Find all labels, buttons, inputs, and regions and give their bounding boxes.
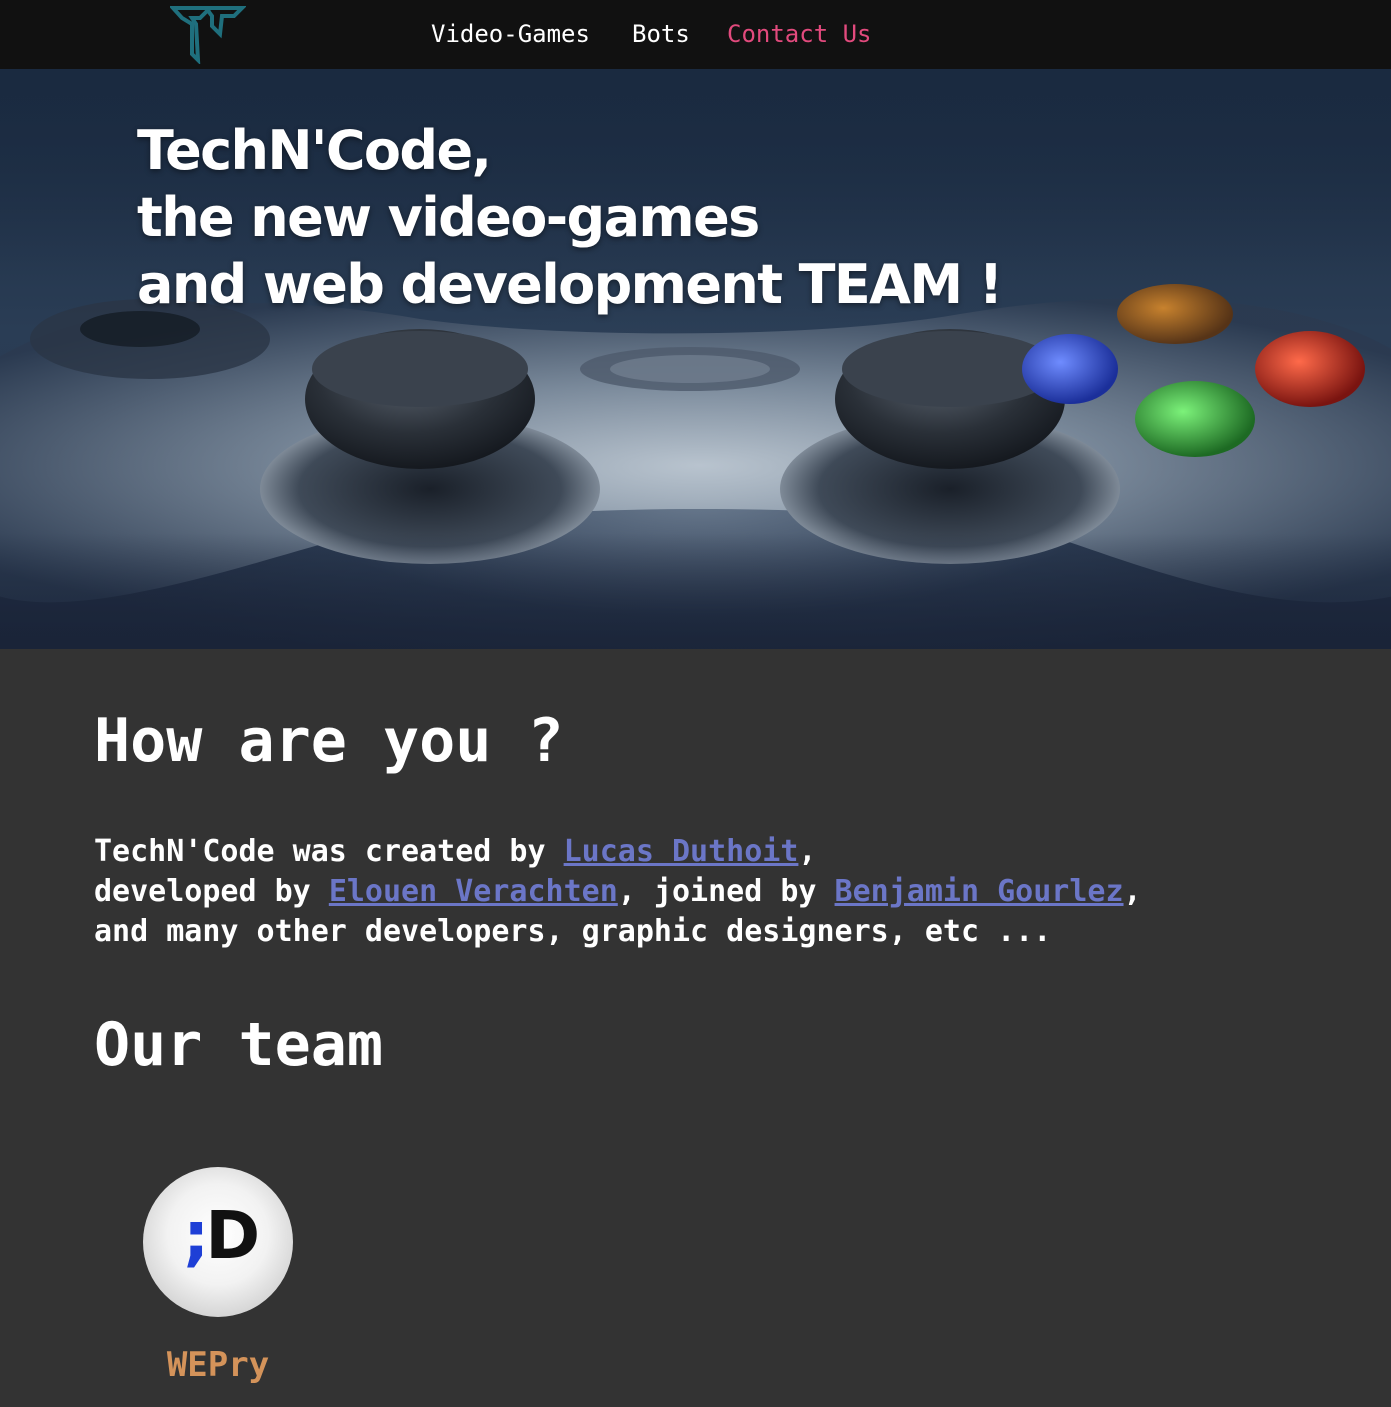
team-heading: Our team (94, 1010, 383, 1080)
member-avatar[interactable]: ;D (143, 1167, 293, 1317)
avatar-semicolon: ; (183, 1197, 209, 1274)
about-heading: How are you ? (94, 706, 564, 776)
about-text-segment: TechN'Code was created by (94, 834, 564, 869)
about-line-2: developed by Elouen Verachten, joined by… (94, 872, 1142, 912)
developer-link[interactable]: Elouen Verachten (329, 874, 618, 909)
hero-title-line: and web development TEAM ! (137, 253, 1003, 316)
member-name: WEPry (166, 1345, 270, 1385)
about-paragraph: TechN'Code was created by Lucas Duthoit,… (94, 832, 1142, 952)
hero-title-line: the new video-games (137, 186, 760, 249)
techncode-logo-icon[interactable] (170, 4, 246, 64)
main-content: How are you ? TechN'Code was created by … (0, 649, 1391, 1407)
winking-face-icon: ;D (183, 1203, 260, 1269)
nav-link-contact-us[interactable]: Contact Us (727, 18, 872, 50)
hero-title: TechN'Code, the new video-games and web … (137, 117, 1003, 318)
team-member-card[interactable]: ;D WEPry (143, 1167, 293, 1397)
joiner-link[interactable]: Benjamin Gourlez (835, 874, 1124, 909)
top-navbar: Video-Games Bots Contact Us (0, 0, 1391, 69)
creator-link[interactable]: Lucas Duthoit (564, 834, 799, 869)
nav-link-bots[interactable]: Bots (632, 18, 690, 50)
about-text-segment: , (1123, 874, 1142, 909)
about-text-segment: developed by (94, 874, 329, 909)
about-line-1: TechN'Code was created by Lucas Duthoit, (94, 832, 1142, 872)
hero-title-line: TechN'Code, (137, 119, 492, 182)
about-text-segment: , joined by (617, 874, 835, 909)
avatar-letter: D (205, 1197, 260, 1274)
about-text-segment: , (798, 834, 817, 869)
about-line-3: and many other developers, graphic desig… (94, 914, 1052, 949)
hero-banner: TechN'Code, the new video-games and web … (0, 69, 1391, 649)
nav-link-video-games[interactable]: Video-Games (431, 18, 590, 50)
